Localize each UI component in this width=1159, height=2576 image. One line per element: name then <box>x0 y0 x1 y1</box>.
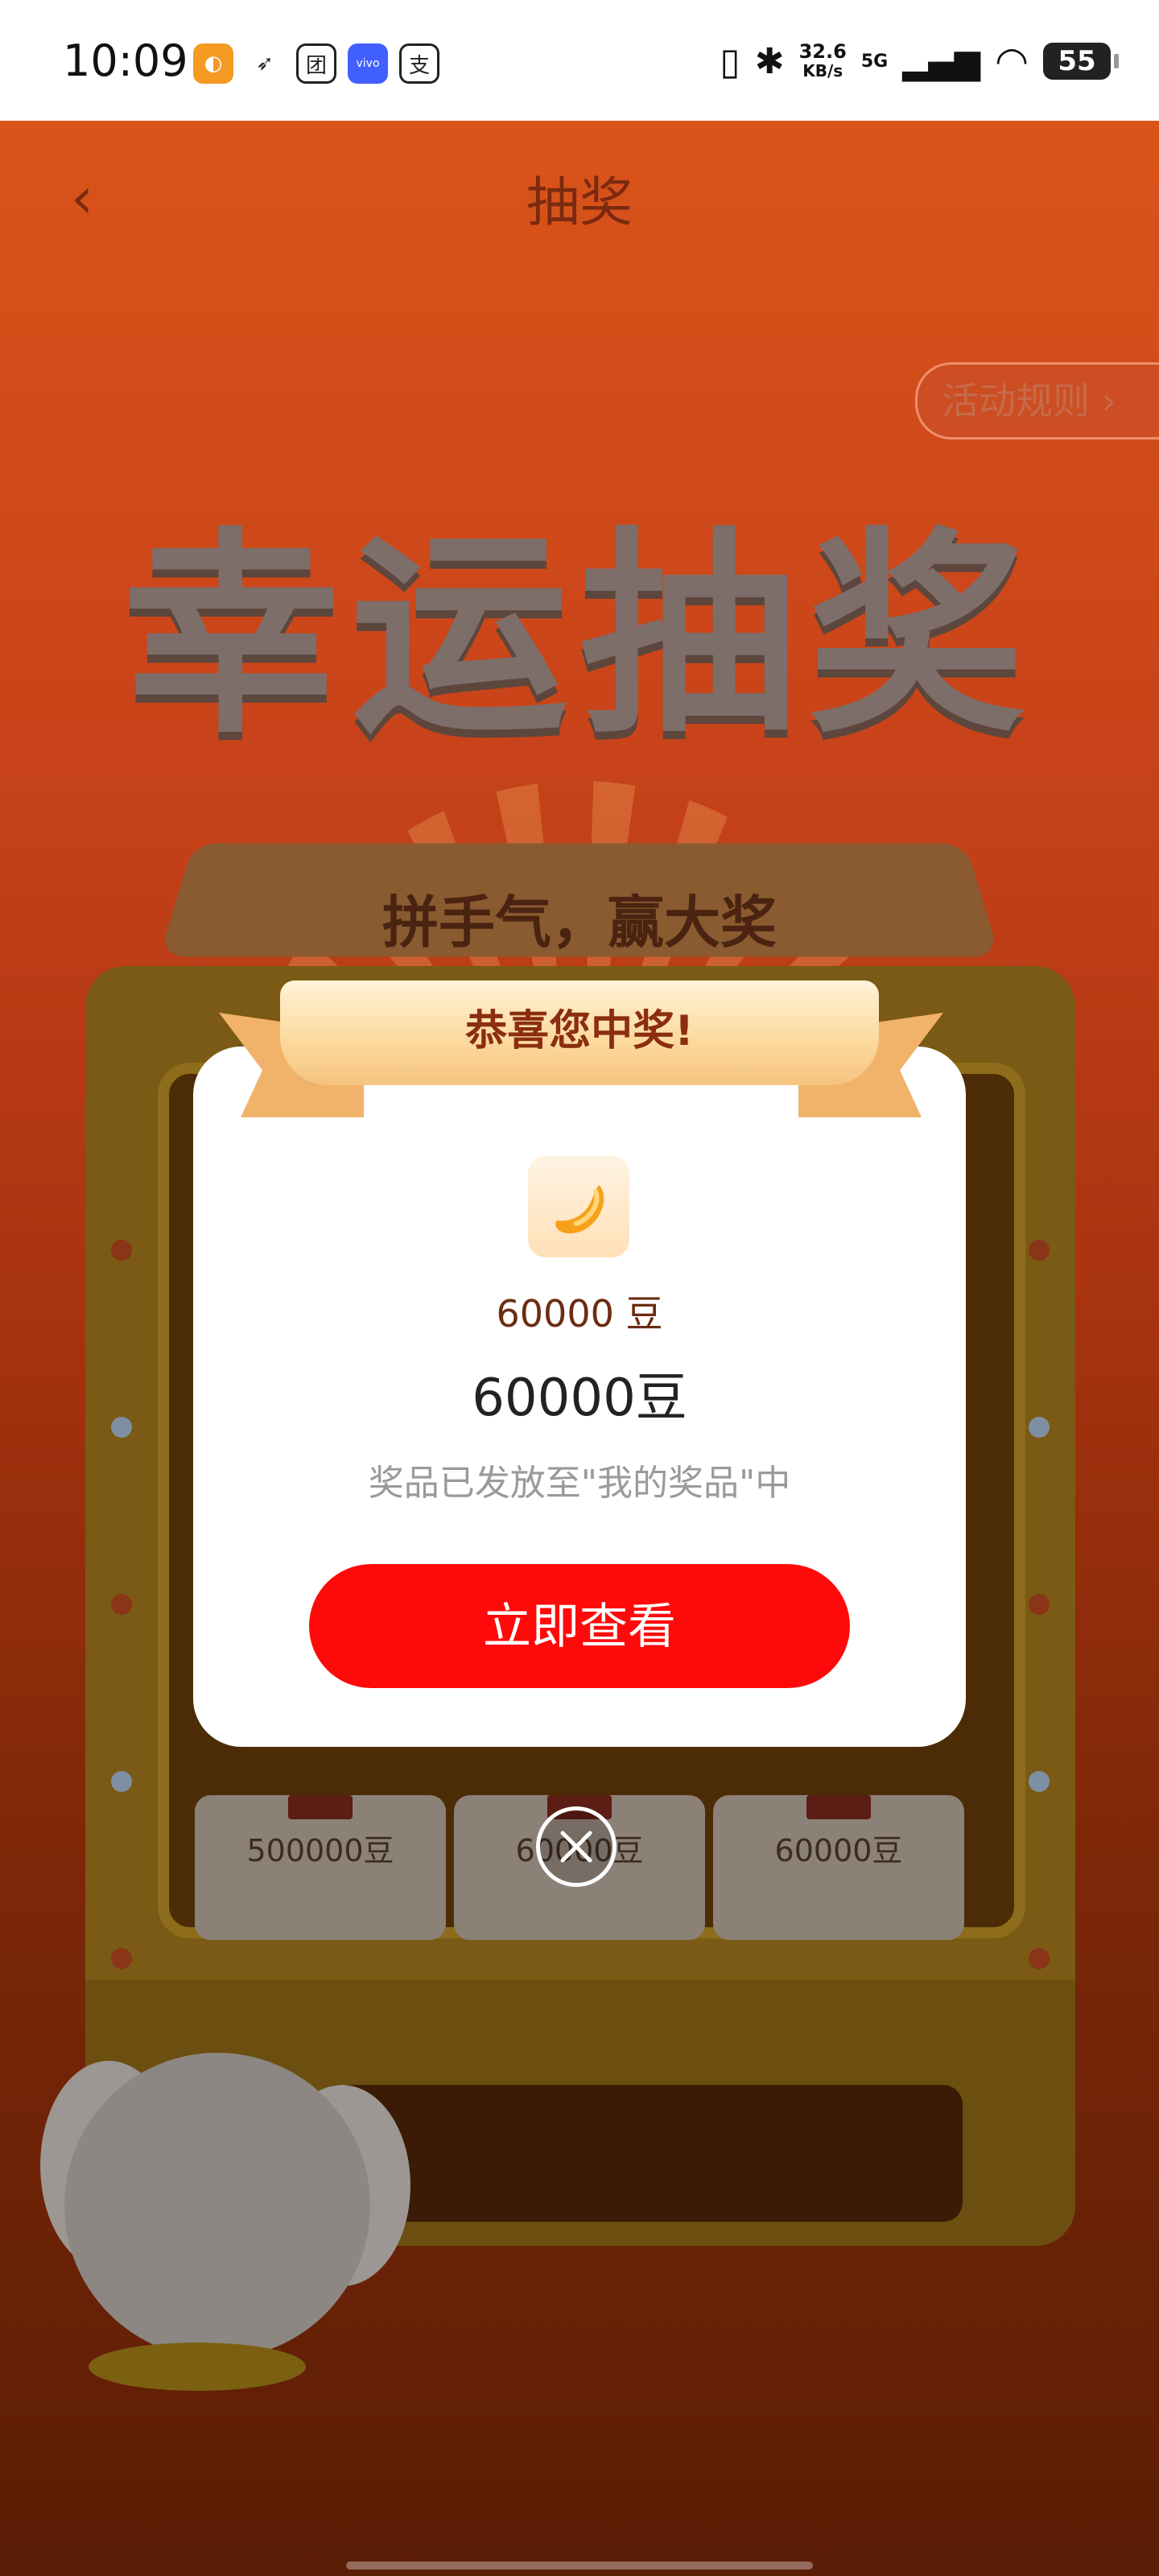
view-now-button[interactable]: 立即查看 <box>309 1564 850 1688</box>
bean-icon <box>528 1156 629 1257</box>
wifi-icon: ◠ <box>995 39 1029 84</box>
network-speed: 32.6 KB/s <box>799 42 847 80</box>
status-bar: 10:09 ◐ ➶ 团 vivo 支 ▯ ✱ 32.6 KB/s 5G ▂▄▆ … <box>0 0 1159 121</box>
orange-app-icon: ◐ <box>193 43 233 84</box>
status-indicators: ▯ ✱ 32.6 KB/s 5G ▂▄▆ ◠ 55 <box>720 39 1119 84</box>
status-time: 10:09 <box>63 35 188 86</box>
signal-icon: ▂▄▆ <box>902 41 981 81</box>
prize-name: 60000 豆 <box>496 1292 663 1335</box>
prize-delivered-note: 奖品已发放至"我的奖品"中 <box>368 1463 791 1504</box>
close-dialog-button[interactable] <box>536 1806 617 1887</box>
bean-icon-graphic <box>555 1185 604 1234</box>
bluetooth-icon: ✱ <box>754 40 785 82</box>
prize-amount: 60000豆 <box>472 1368 687 1428</box>
home-indicator[interactable] <box>346 2562 813 2570</box>
tuan-app-icon: 团 <box>296 43 336 84</box>
bird-app-icon: ➶ <box>245 43 285 84</box>
congrats-banner: 恭喜您中奖! <box>280 980 879 1085</box>
status-app-icons: ◐ ➶ 团 vivo 支 <box>193 43 439 84</box>
vivo-app-icon: vivo <box>348 43 388 84</box>
network-speed-unit: KB/s <box>802 61 843 80</box>
pay-app-icon: 支 <box>399 43 439 84</box>
battery-icon: 55 <box>1043 43 1119 80</box>
vibrate-icon: ▯ <box>720 39 740 83</box>
network-speed-value: 32.6 <box>798 40 847 63</box>
network-type: 5G <box>860 51 889 72</box>
congrats-title: 恭喜您中奖! <box>465 1007 694 1055</box>
close-icon <box>560 1831 592 1863</box>
